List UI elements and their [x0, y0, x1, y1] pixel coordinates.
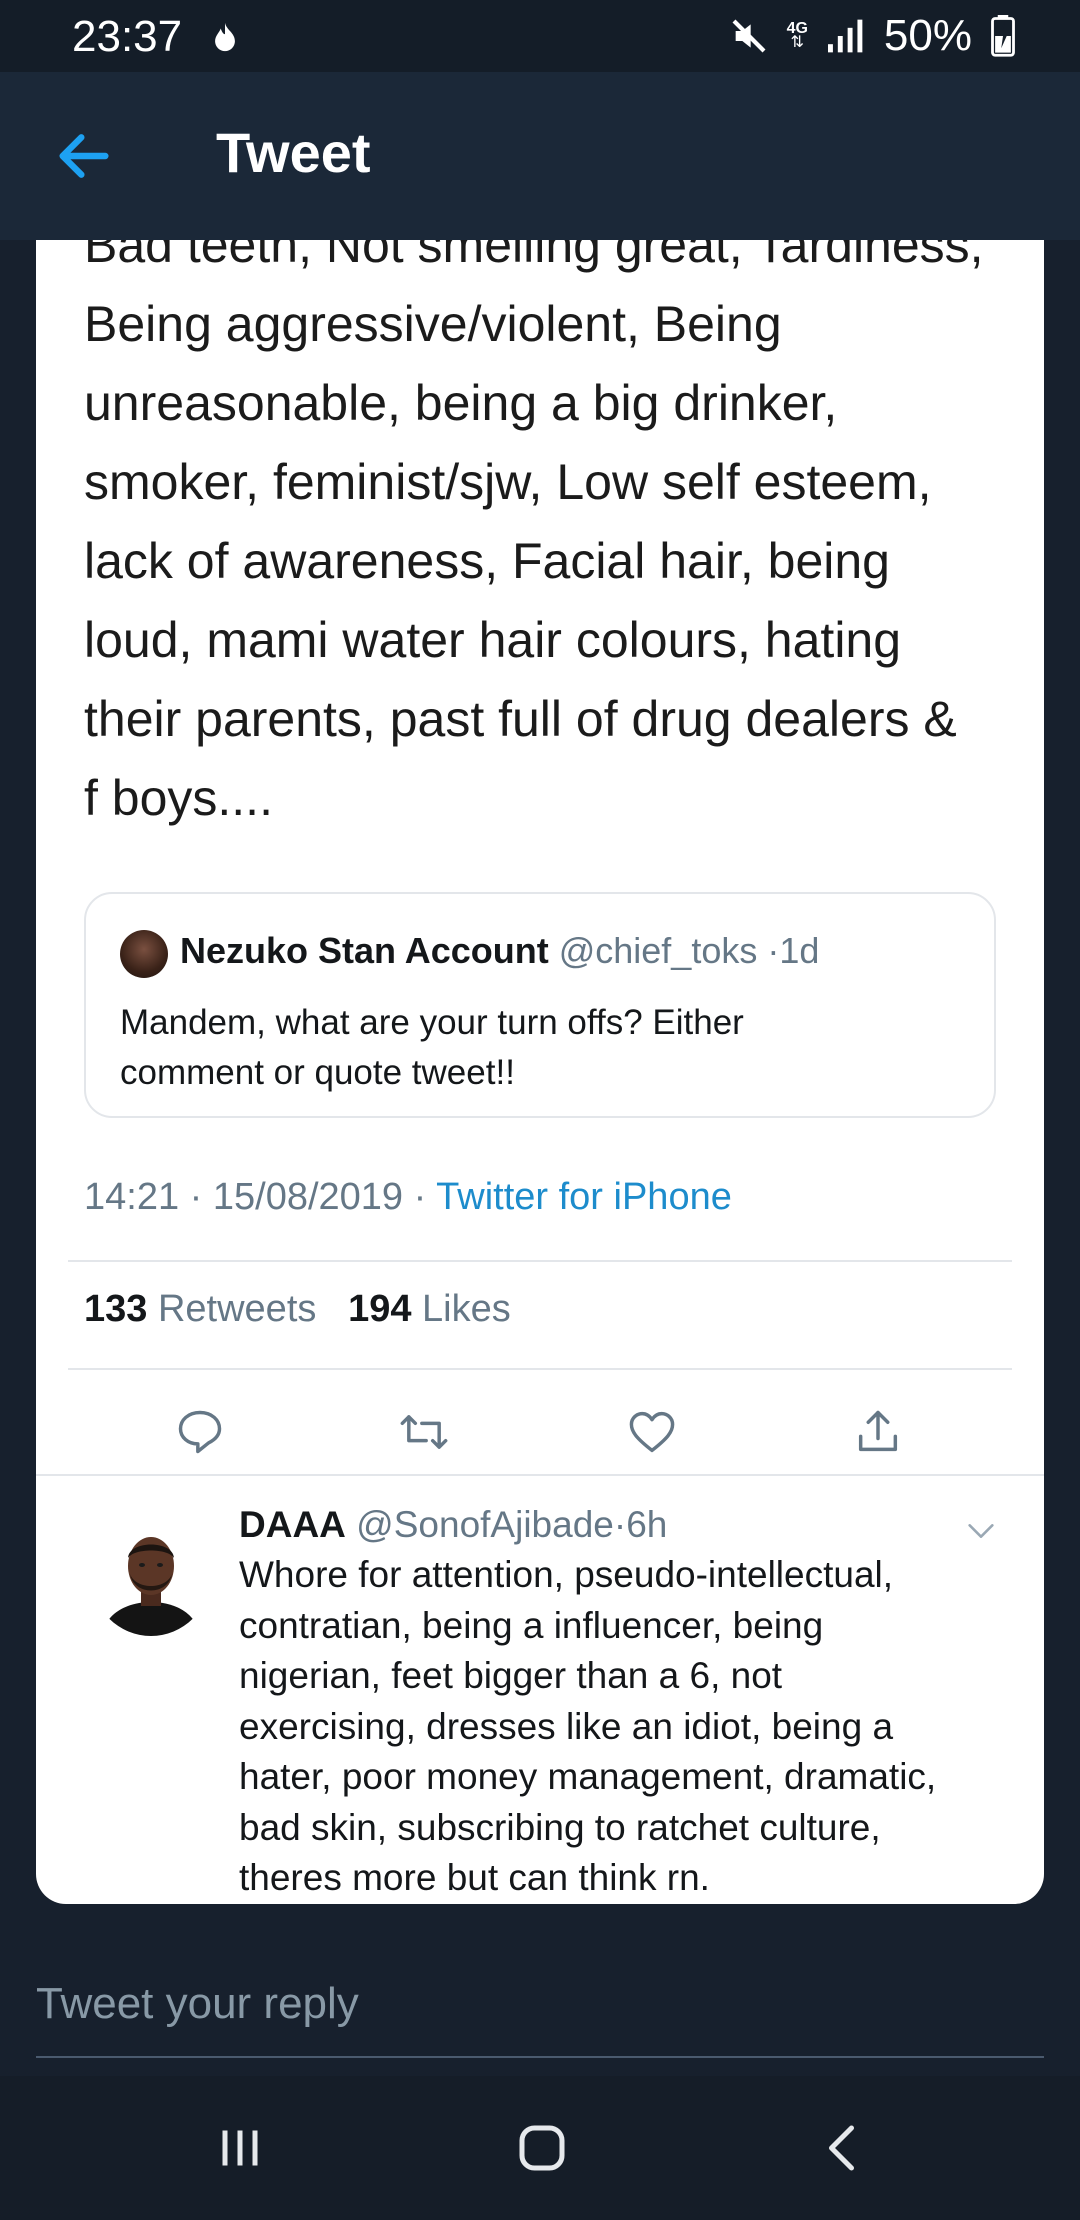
tweet-stats: 133 Retweets 194 Likes [84, 1288, 511, 1331]
heart-icon[interactable] [626, 1406, 678, 1458]
share-icon[interactable] [852, 1406, 904, 1458]
data-arrows-icon: ⇅ [790, 34, 804, 51]
likes-stat[interactable]: 194 Likes [348, 1288, 511, 1330]
reply-time: 6h [626, 1504, 668, 1545]
quoted-author-handle: @chief_toks [558, 930, 758, 971]
tweet-source-link[interactable]: Twitter for iPhone [436, 1176, 732, 1218]
app-header: Tweet [0, 72, 1080, 240]
battery-percent: 50% [883, 11, 972, 60]
home-icon[interactable] [512, 2118, 572, 2178]
tweet-card: Bad teeth, Not smelling great, Tardiness… [36, 240, 1044, 1904]
avatar[interactable] [92, 1518, 210, 1636]
reply-author-name[interactable]: DAAA [239, 1504, 346, 1545]
tweet-date: 15/08/2019 [212, 1176, 404, 1218]
avatar [120, 930, 168, 978]
reply-author-handle: @SonofAjibade [356, 1504, 614, 1545]
signal-icon [827, 19, 863, 53]
retweets-label: Retweets [157, 1288, 317, 1330]
reply-input-underline [36, 2056, 1044, 2058]
reply-header: DAAA @SonofAjibade·6h [239, 1504, 667, 1546]
page-title: Tweet [216, 121, 371, 184]
likes-count: 194 [348, 1288, 412, 1330]
comment-bubble-icon[interactable] [174, 1406, 226, 1458]
system-nav-bar [0, 2076, 1080, 2220]
meta-separator: · [189, 1176, 203, 1218]
network-indicator: 4G ⇅ [787, 21, 808, 51]
back-icon[interactable] [814, 2118, 874, 2178]
meta-separator: · [767, 930, 780, 971]
divider [68, 1260, 1012, 1262]
recent-apps-icon[interactable] [210, 2118, 270, 2178]
status-icons: 4G ⇅ 50% [729, 10, 1016, 62]
flame-icon [215, 22, 235, 52]
likes-label: Likes [422, 1288, 511, 1330]
divider [36, 1474, 1044, 1476]
back-arrow-icon[interactable] [52, 124, 116, 188]
chevron-down-icon[interactable] [964, 1514, 998, 1548]
tweet-actions [36, 1386, 1044, 1474]
reply-compose-bar [0, 1936, 1080, 2076]
status-bar: 23:37 4G ⇅ 50% [0, 0, 1080, 72]
meta-separator: · [413, 1176, 427, 1218]
retweets-stat[interactable]: 133 Retweets [84, 1288, 327, 1330]
tweet-time: 14:21 [84, 1176, 180, 1218]
reply-input[interactable] [36, 1966, 1044, 2042]
quoted-tweet-time: 1d [779, 930, 820, 971]
meta-separator: · [613, 1504, 627, 1545]
divider [68, 1368, 1012, 1370]
reply-text: Whore for attention, pseudo-intellectual… [239, 1554, 937, 1898]
mute-icon [732, 19, 766, 53]
quoted-tweet-text: Mandem, what are your turn offs? Either … [120, 1003, 744, 1092]
quoted-tweet-header: Nezuko Stan Account @chief_toks ·1d [180, 930, 819, 972]
tweet-text: Bad teeth, Not smelling great, Tardiness… [84, 240, 984, 826]
quoted-author-name: Nezuko Stan Account [180, 930, 549, 971]
battery-charging-icon [991, 15, 1015, 57]
status-time: 23:37 [72, 12, 183, 61]
tweet-timestamp: 14:21 · 15/08/2019 · Twitter for iPhone [84, 1176, 732, 1219]
avatar-portrait [92, 1518, 210, 1636]
retweets-count: 133 [84, 1288, 148, 1330]
quoted-tweet[interactable]: Nezuko Stan Account @chief_toks ·1d Mand… [84, 892, 996, 1118]
retweet-icon[interactable] [398, 1406, 450, 1458]
